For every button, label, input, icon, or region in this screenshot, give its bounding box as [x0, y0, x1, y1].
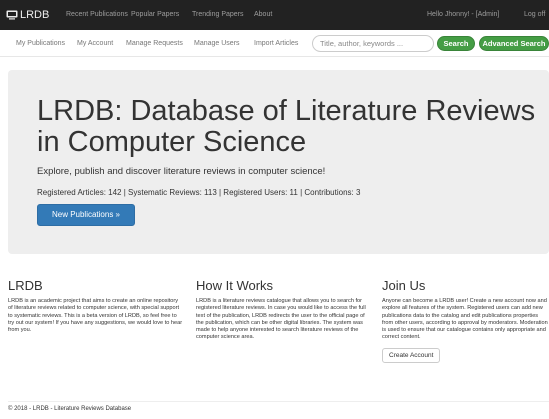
subnav-manage-requests[interactable]: Manage Requests: [126, 30, 183, 57]
logoff-link[interactable]: Log off: [524, 0, 545, 30]
nav-trending-papers[interactable]: Trending Papers: [192, 0, 244, 30]
subnav-manage-users[interactable]: Manage Users: [194, 30, 240, 57]
new-publications-button[interactable]: New Publications »: [37, 204, 135, 226]
brand-name: LRDB: [20, 9, 50, 21]
secondary-navbar: My Publications My Account Manage Reques…: [0, 30, 549, 57]
nav-recent-publications[interactable]: Recent Publications: [66, 0, 128, 30]
search-button[interactable]: Search: [437, 36, 475, 51]
footer-copyright: © 2018 - LRDB - Literature Reviews Datab…: [8, 406, 132, 412]
nav-about[interactable]: About: [254, 0, 272, 30]
join-us-heading: Join Us: [382, 278, 426, 293]
join-us-column: Join Us Anyone can become a LRDB user! C…: [382, 279, 549, 363]
subnav-my-publications[interactable]: My Publications: [16, 30, 65, 57]
subnav-import-articles[interactable]: Import Articles: [254, 30, 298, 57]
site-statistics: Registered Articles: 142 | Systematic Re…: [37, 188, 361, 197]
top-navbar: LRDB Recent Publications Popular Papers …: [0, 0, 549, 30]
nav-popular-papers[interactable]: Popular Papers: [131, 0, 179, 30]
brand-link[interactable]: LRDB: [6, 9, 49, 21]
about-lrdb-text: LRDB is an academic project that aims to…: [8, 298, 183, 334]
monitor-icon: [6, 10, 18, 20]
how-it-works-text: LRDB is a literature reviews catalogue t…: [196, 298, 366, 341]
about-lrdb-heading: LRDB: [8, 278, 43, 293]
hero-jumbotron: LRDB: Database of Literature Reviews in …: [8, 70, 549, 254]
page-title: LRDB: Database of Literature Reviews in …: [37, 95, 536, 158]
subnav-my-account[interactable]: My Account: [77, 30, 113, 57]
about-lrdb-column: LRDB LRDB is an academic project that ai…: [8, 279, 184, 334]
how-it-works-column: How It Works LRDB is a literature review…: [196, 279, 372, 342]
footer-divider: [8, 401, 549, 402]
search-input[interactable]: [312, 35, 434, 52]
join-us-text: Anyone can become a LRDB user! Create a …: [382, 298, 548, 341]
how-it-works-heading: How It Works: [196, 278, 274, 293]
create-account-button[interactable]: Create Account: [382, 347, 441, 363]
advanced-search-button[interactable]: Advanced Search: [479, 36, 549, 51]
hero-subtitle: Explore, publish and discover literature…: [37, 166, 326, 177]
user-greeting[interactable]: Hello Jhonny! - [Admin]: [427, 0, 499, 30]
